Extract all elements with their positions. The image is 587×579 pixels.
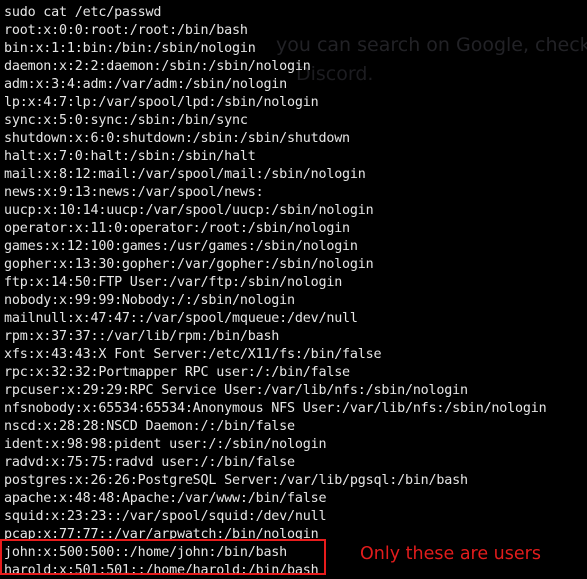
passwd-entry: lp:x:4:7:lp:/var/spool/lpd:/sbin/nologin [4, 95, 319, 110]
passwd-entry: halt:x:7:0:halt:/sbin:/sbin/halt [4, 149, 256, 164]
passwd-entry: mail:x:8:12:mail:/var/spool/mail:/sbin/n… [4, 167, 366, 182]
passwd-entry: news:x:9:13:news:/var/spool/news: [4, 185, 264, 200]
annotation-label: Only these are users [360, 544, 541, 564]
passwd-entry: shutdown:x:6:0:shutdown:/sbin:/sbin/shut… [4, 131, 350, 146]
passwd-entry: apache:x:48:48:Apache:/var/www:/bin/fals… [4, 491, 327, 506]
passwd-entry: xfs:x:43:43:X Font Server:/etc/X11/fs:/b… [4, 347, 382, 362]
passwd-entry: nscd:x:28:28:NSCD Daemon:/:/bin/false [4, 419, 295, 434]
passwd-entry: games:x:12:100:games:/usr/games:/sbin/no… [4, 239, 358, 254]
passwd-entry: operator:x:11:0:operator:/root:/sbin/nol… [4, 221, 350, 236]
passwd-entry: uucp:x:10:14:uucp:/var/spool/uucp:/sbin/… [4, 203, 374, 218]
passwd-entry: rpc:x:32:32:Portmapper RPC user:/:/bin/f… [4, 365, 350, 380]
passwd-entry: rpcuser:x:29:29:RPC Service User:/var/li… [4, 383, 468, 398]
passwd-entry: squid:x:23:23::/var/spool/squid:/dev/nul… [4, 509, 327, 524]
passwd-entry: sync:x:5:0:sync:/sbin:/bin/sync [4, 113, 248, 128]
passwd-entry: postgres:x:26:26:PostgreSQL Server:/var/… [4, 473, 468, 488]
passwd-entry: gopher:x:13:30:gopher:/var/gopher:/sbin/… [4, 257, 374, 272]
passwd-entry: nobody:x:99:99:Nobody:/:/sbin/nologin [4, 293, 295, 308]
passwd-entry: ftp:x:14:50:FTP User:/var/ftp:/sbin/nolo… [4, 275, 343, 290]
passwd-entry: mailnull:x:47:47::/var/spool/mqueue:/dev… [4, 311, 358, 326]
passwd-entry: root:x:0:0:root:/root:/bin/bash [4, 23, 248, 38]
terminal-screenshot: { "terminal": { "lines": [ "sudo cat /et… [0, 0, 587, 579]
passwd-entry: daemon:x:2:2:daemon:/sbin:/sbin/nologin [4, 59, 311, 74]
passwd-entry: adm:x:3:4:adm:/var/adm:/sbin/nologin [4, 77, 288, 92]
passwd-entry: bin:x:1:1:bin:/bin:/sbin/nologin [4, 41, 256, 56]
command-line: sudo cat /etc/passwd [4, 5, 162, 20]
passwd-entry: ident:x:98:98:pident user:/:/sbin/nologi… [4, 437, 327, 452]
terminal-output: sudo cat /etc/passwd root:x:0:0:root:/roo… [4, 0, 587, 579]
user-highlight-box [0, 539, 326, 575]
passwd-entry: radvd:x:75:75:radvd user:/:/bin/false [4, 455, 295, 470]
passwd-entry: nfsnobody:x:65534:65534:Anonymous NFS Us… [4, 401, 547, 416]
passwd-entry: rpm:x:37:37::/var/lib/rpm:/bin/bash [4, 329, 280, 344]
